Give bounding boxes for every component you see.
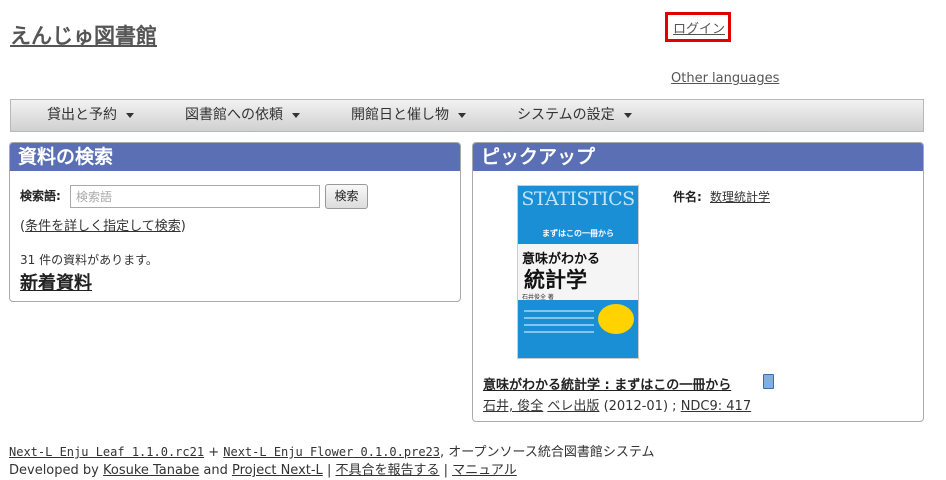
book-cover-image[interactable]: STATISTICS まずはこの一冊から 意味がわかる 統計学 石井俊全 著 (517, 185, 639, 359)
project-next-l-link[interactable]: Project Next-L (232, 463, 323, 478)
nav-menu-events[interactable]: 開館日と催し物 (351, 100, 466, 131)
caret-down-icon (292, 112, 300, 118)
item-count-text: 31 件の資料があります。 (20, 253, 158, 267)
report-bug-link[interactable]: 不具合を報告する (335, 463, 439, 478)
book-title-link[interactable]: 意味がわかる統計学 : まずはこの一冊から (483, 374, 731, 393)
advanced-search-link[interactable]: 条件を詳しく指定して検索 (25, 219, 181, 234)
pickup-panel: ピックアップ STATISTICS まずはこの一冊から 意味がわかる 統計学 石… (472, 142, 924, 422)
footer-plus: + (204, 445, 224, 460)
login-highlight-box: ログイン (665, 12, 731, 42)
subject-label: 件名: (673, 190, 702, 204)
new-items-link[interactable]: 新着資料 (20, 269, 92, 295)
cover-text-lines (524, 310, 594, 336)
footer-and-text: and (199, 463, 232, 478)
nav-menu-checkout[interactable]: 貸出と予約 (47, 100, 134, 131)
publisher-link[interactable]: ベレ出版 (547, 399, 599, 414)
enju-leaf-link[interactable]: Next-L Enju Leaf 1.1.0.rc21 (9, 445, 204, 459)
author-link[interactable]: 石井, 俊全 (483, 399, 543, 414)
cover-statistics-text: STATISTICS (521, 188, 635, 210)
book-meta: 石井, 俊全 ベレ出版 (2012-01) ; NDC9: 417 (483, 395, 751, 414)
search-button[interactable]: 検索 (325, 184, 368, 209)
enju-flower-link[interactable]: Next-L Enju Flower 0.1.0.pre23 (223, 445, 440, 459)
nav-menu-label: 開館日と催し物 (351, 107, 449, 123)
ndc-link[interactable]: NDC9: 417 (681, 399, 751, 414)
footer-line-1: Next-L Enju Leaf 1.1.0.rc21 + Next-L Enj… (9, 441, 654, 460)
book-icon (763, 374, 774, 389)
nav-menu-label: システムの設定 (517, 107, 615, 123)
nav-menu-label: 貸出と予約 (47, 107, 117, 123)
nav-menu-label: 図書館への依頼 (185, 107, 283, 123)
developer-kosuke-link[interactable]: Kosuke Tanabe (103, 463, 199, 478)
search-panel-heading: 資料の検索 (10, 143, 460, 171)
nav-menu-requests[interactable]: 図書館への依頼 (185, 100, 300, 131)
publication-date: (2012-01) ; (603, 399, 677, 414)
cover-subtitle-text: まずはこの一冊から (542, 229, 614, 238)
footer-separator: | (322, 463, 336, 478)
other-languages-link[interactable]: Other languages (671, 71, 779, 86)
site-title-link[interactable]: えんじゅ図書館 (10, 20, 157, 50)
login-link[interactable]: ログイン (673, 18, 725, 37)
search-panel: 資料の検索 検索語: 検索 (条件を詳しく指定して検索) 31 件の資料がありま… (9, 142, 461, 302)
nav-menu-settings[interactable]: システムの設定 (517, 100, 632, 131)
caret-down-icon (458, 112, 466, 118)
cover-bottom-band (518, 300, 638, 358)
search-input[interactable] (70, 185, 320, 208)
caret-down-icon (126, 112, 134, 118)
footer-separator: | (439, 463, 453, 478)
pickup-panel-heading: ピックアップ (473, 143, 923, 171)
caret-down-icon (623, 112, 632, 118)
manual-link[interactable]: マニュアル (452, 463, 517, 478)
main-navbar: 貸出と予約 図書館への依頼 開館日と催し物 システムの設定 (10, 99, 924, 132)
paren-close: ) (180, 219, 186, 234)
cover-burst-badge (598, 304, 634, 334)
search-label: 検索語: (20, 189, 61, 203)
advanced-search-line: (条件を詳しく指定して検索) (20, 215, 186, 234)
footer-line-2: Developed by Kosuke Tanabe and Project N… (9, 459, 517, 478)
subject-link[interactable]: 数理統計学 (710, 188, 770, 205)
footer-system-text: , オープンソース統合図書館システム (440, 445, 655, 460)
developed-by-text: Developed by (9, 463, 103, 478)
cover-title-line2: 統計学 (524, 268, 587, 292)
cover-top-band: STATISTICS まずはこの一冊から (518, 186, 638, 244)
